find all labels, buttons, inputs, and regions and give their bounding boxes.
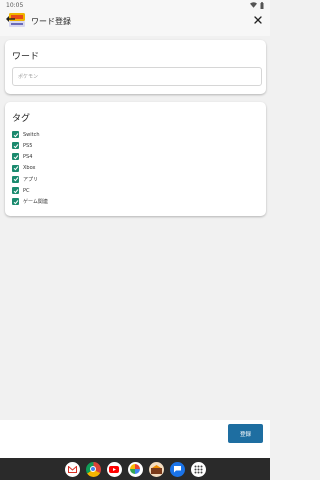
game-app-icon[interactable]: [148, 461, 164, 477]
wifi-icon: [250, 2, 257, 8]
checkbox-checked[interactable]: [12, 142, 19, 150]
check-icon: [13, 177, 18, 182]
check-icon: [13, 166, 18, 171]
tag-item-pc[interactable]: PC: [12, 185, 48, 196]
tag-card: タグ Switch PS5 PS4 Xbox アプリ PC ゲーム関連: [5, 102, 266, 216]
tag-label: アプリ: [23, 176, 39, 183]
tag-item-switch[interactable]: Switch: [12, 129, 48, 140]
status-time: 10:05: [6, 1, 24, 9]
checkbox-checked[interactable]: [12, 153, 19, 161]
register-button[interactable]: 登録: [228, 424, 263, 443]
page-title: ワード登録: [31, 17, 71, 26]
check-icon: [13, 143, 18, 149]
status-bar: 10:05: [0, 0, 270, 10]
photos-icon[interactable]: [127, 461, 143, 477]
tag-list: Switch PS5 PS4 Xbox アプリ PC ゲーム関連: [12, 129, 48, 207]
checkbox-checked[interactable]: [12, 198, 19, 206]
tag-label: PC: [23, 187, 30, 194]
checkbox-checked[interactable]: [12, 175, 19, 183]
battery-icon: [260, 1, 264, 9]
tag-item-game-related[interactable]: ゲーム関連: [12, 196, 48, 207]
close-button[interactable]: [252, 14, 264, 26]
app-logo-icon[interactable]: [5, 12, 27, 30]
check-icon: [13, 188, 18, 193]
checkbox-checked[interactable]: [12, 187, 19, 195]
check-icon: [13, 132, 18, 137]
tag-item-xbox[interactable]: Xbox: [12, 163, 48, 174]
check-icon: [13, 155, 18, 160]
checkbox-checked[interactable]: [12, 164, 19, 172]
check-icon: [13, 199, 18, 205]
system-dock: [0, 458, 270, 480]
tag-section-title: タグ: [12, 114, 31, 124]
gmail-icon[interactable]: [64, 461, 80, 477]
app-drawer-icon[interactable]: [190, 461, 206, 477]
tag-label: ゲーム関連: [23, 199, 48, 206]
app-bar: ワード登録: [0, 10, 270, 36]
tag-item-app[interactable]: アプリ: [12, 174, 48, 185]
close-icon: [254, 16, 262, 24]
chrome-icon[interactable]: [85, 461, 101, 477]
tag-label: PS4: [23, 153, 33, 160]
messages-icon[interactable]: [169, 461, 185, 477]
tag-item-ps4[interactable]: PS4: [12, 151, 48, 162]
tag-label: Switch: [23, 131, 40, 138]
word-section-title: ワード: [12, 52, 40, 62]
youtube-icon[interactable]: [106, 461, 122, 477]
tag-item-ps5[interactable]: PS5: [12, 140, 48, 151]
word-input[interactable]: [12, 67, 262, 86]
word-card: ワード: [5, 40, 266, 94]
checkbox-checked[interactable]: [12, 131, 19, 139]
tag-label: Xbox: [23, 165, 36, 172]
bottom-action-bar: 登録: [0, 420, 270, 458]
tag-label: PS5: [23, 142, 33, 149]
